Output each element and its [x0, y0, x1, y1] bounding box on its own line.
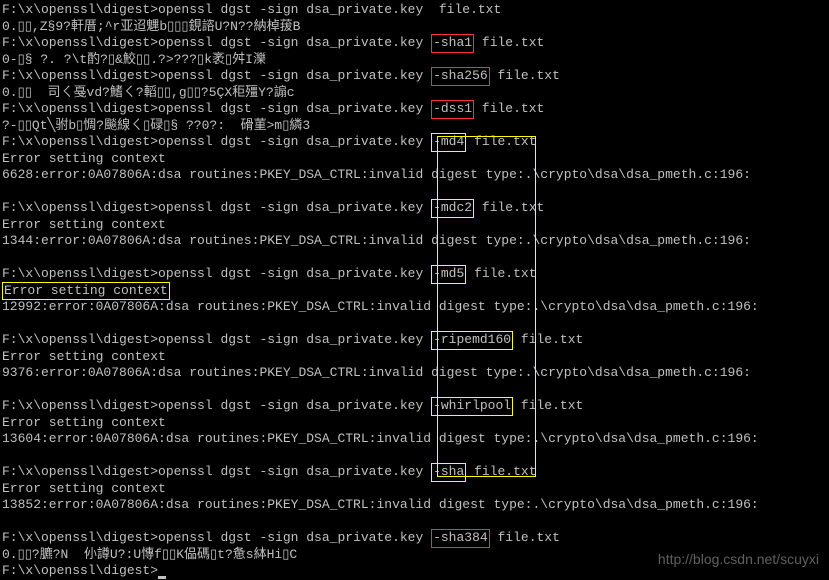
command-text: openssl dgst -sign dsa_private.key [158, 398, 431, 413]
command-text: openssl dgst -sign dsa_private.key [158, 134, 431, 149]
command-text: openssl dgst -sign dsa_private.key [158, 68, 431, 83]
command-text: openssl dgst -sign dsa_private.key [158, 464, 431, 479]
command-text: file.txt [490, 68, 560, 83]
terminal-line: 0-▯§ ?. ?\t酌?▯&鮫▯▯.?>???▯k袤▯舛I濼 [2, 52, 827, 69]
command-text: openssl dgst -sign dsa_private.key [158, 266, 431, 281]
prompt-text: F:\x\openssl\digest> [2, 200, 158, 215]
terminal-line: Error setting context [2, 217, 827, 234]
command-text: file.txt [474, 35, 544, 50]
terminal-line: F:\x\openssl\digest>openssl dgst -sign d… [2, 200, 827, 217]
terminal-line: F:\x\openssl\digest>openssl dgst -sign d… [2, 530, 827, 547]
terminal-line [2, 184, 827, 201]
prompt-text: F:\x\openssl\digest> [2, 332, 158, 347]
flag-highlight: -whirlpool [431, 397, 513, 416]
terminal-line: F:\x\openssl\digest>openssl dgst -sign d… [2, 134, 827, 151]
terminal-line: F:\x\openssl\digest>openssl dgst -sign d… [2, 68, 827, 85]
command-text: file.txt [466, 464, 536, 479]
terminal-line: 9376:error:0A07806A:dsa routines:PKEY_DS… [2, 365, 827, 382]
terminal-line: Error setting context [2, 151, 827, 168]
command-text: file.txt [513, 398, 583, 413]
terminal-line: F:\x\openssl\digest>openssl dgst -sign d… [2, 398, 827, 415]
prompt-text: F:\x\openssl\digest> [2, 530, 158, 545]
command-text: file.txt [466, 134, 536, 149]
terminal-line: ?-▯▯Qt╲驸b▯惆?飈線ㄑ▯碌▯§ ??0?: 磆菫>m▯繗3 [2, 118, 827, 135]
command-text: openssl dgst -sign dsa_private.key [158, 530, 431, 545]
flag-highlight: -sha256 [431, 67, 490, 86]
terminal-line: F:\x\openssl\digest>openssl dgst -sign d… [2, 332, 827, 349]
prompt-text: F:\x\openssl\digest> [2, 398, 158, 413]
terminal-line [2, 514, 827, 531]
terminal-line: 6628:error:0A07806A:dsa routines:PKEY_DS… [2, 167, 827, 184]
prompt-text: F:\x\openssl\digest> [2, 134, 158, 149]
terminal-line: F:\x\openssl\digest>openssl dgst -sign d… [2, 464, 827, 481]
flag-highlight: -md5 [431, 265, 466, 284]
command-text: file.txt [466, 266, 536, 281]
command-text: openssl dgst -sign dsa_private.key [158, 332, 431, 347]
terminal-line [2, 382, 827, 399]
cursor [158, 576, 166, 579]
prompt-text: F:\x\openssl\digest> [2, 68, 158, 83]
terminal-line: Error setting context [2, 415, 827, 432]
command-text: file.txt [513, 332, 583, 347]
prompt-text: F:\x\openssl\digest> [2, 35, 158, 50]
flag-highlight: -ripemd160 [431, 331, 513, 350]
terminal-line: 0.▯▯,Z§9?軒厝;^r亚迢魓b▯▯▯鋧諮U?N??納棹菝B [2, 19, 827, 36]
terminal-line: Error setting context [2, 349, 827, 366]
flag-highlight: -sha [431, 463, 466, 482]
terminal-line [2, 316, 827, 333]
flag-highlight: -dss1 [431, 100, 474, 119]
terminal-line [2, 448, 827, 465]
error-highlight: Error setting context [2, 282, 170, 301]
prompt-text: F:\x\openssl\digest> [2, 464, 158, 479]
terminal-line: 12992:error:0A07806A:dsa routines:PKEY_D… [2, 299, 827, 316]
terminal-line: F:\x\openssl\digest>openssl dgst -sign d… [2, 101, 827, 118]
watermark-text: http://blog.csdn.net/scuyxi [658, 550, 819, 568]
flag-highlight: -mdc2 [431, 199, 474, 218]
terminal-line [2, 250, 827, 267]
terminal-line: 13604:error:0A07806A:dsa routines:PKEY_D… [2, 431, 827, 448]
terminal-line: F:\x\openssl\digest>openssl dgst -sign d… [2, 266, 827, 283]
prompt-text: F:\x\openssl\digest> [2, 266, 158, 281]
terminal-line: Error setting context [2, 481, 827, 498]
terminal-output[interactable]: F:\x\openssl\digest>openssl dgst -sign d… [2, 2, 827, 580]
terminal-line: F:\x\openssl\digest>openssl dgst -sign d… [2, 2, 827, 19]
terminal-line: Error setting context [2, 283, 827, 300]
command-text: openssl dgst -sign dsa_private.key [158, 200, 431, 215]
prompt-text: F:\x\openssl\digest> [2, 101, 158, 116]
command-text: file.txt [490, 530, 560, 545]
command-text: openssl dgst -sign dsa_private.key [158, 35, 431, 50]
terminal-line: 1344:error:0A07806A:dsa routines:PKEY_DS… [2, 233, 827, 250]
terminal-line: 0.▯▯ 司ㄑ戞vd?鰭ㄑ?轁▯▯,g▯▯?5ÇX秬殭Y?謆c [2, 85, 827, 102]
command-text: file.txt [474, 200, 544, 215]
flag-highlight: -sha1 [431, 34, 474, 53]
command-text: openssl dgst -sign dsa_private.key file.… [158, 2, 501, 17]
prompt-text: F:\x\openssl\digest> [2, 2, 158, 17]
terminal-line: F:\x\openssl\digest>openssl dgst -sign d… [2, 35, 827, 52]
flag-highlight: -md4 [431, 133, 466, 152]
flag-highlight: -sha384 [431, 529, 490, 548]
terminal-line: 13852:error:0A07806A:dsa routines:PKEY_D… [2, 497, 827, 514]
command-text: openssl dgst -sign dsa_private.key [158, 101, 431, 116]
command-text: file.txt [474, 101, 544, 116]
